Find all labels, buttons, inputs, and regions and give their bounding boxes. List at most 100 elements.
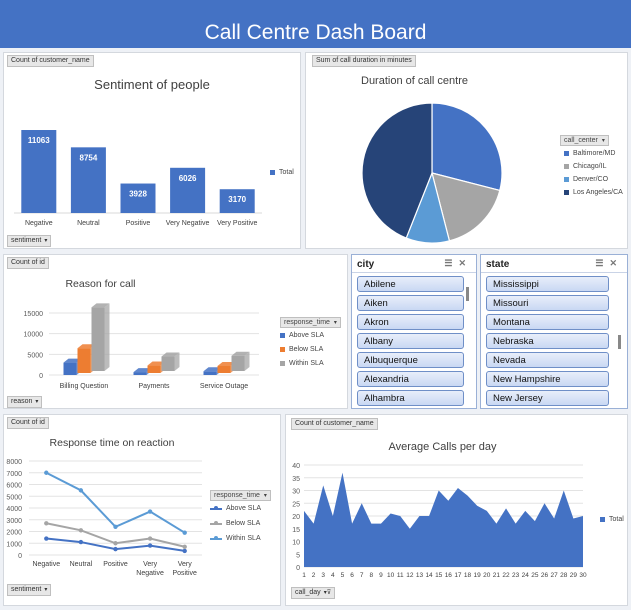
x-tick-label: 8: [370, 572, 374, 579]
slicer-item[interactable]: Alexandria: [357, 371, 464, 387]
response-legend-field-button[interactable]: response_time ▾: [210, 490, 271, 501]
y-tick-label: 6000: [6, 483, 22, 490]
data-point: [182, 544, 187, 549]
x-tick-label: Payments: [138, 383, 170, 390]
data-label: 8754: [80, 153, 98, 162]
x-tick-label: 3: [321, 572, 325, 579]
reason-legend-field-button[interactable]: response_time ▾: [280, 317, 341, 328]
response-axis-field-label: sentiment: [11, 586, 42, 593]
slicer-item[interactable]: Akron: [357, 314, 464, 330]
x-tick-label: 18: [464, 572, 472, 579]
legend-item: Within SLA: [280, 360, 341, 367]
y-tick-label: 10000: [24, 332, 44, 339]
legend-item: Denver/CO: [564, 176, 623, 183]
x-tick-label: 1: [302, 572, 306, 579]
data-point: [113, 546, 118, 552]
x-tick-label: 13: [416, 572, 424, 579]
data-point: [78, 528, 84, 533]
slicer-item[interactable]: Montana: [486, 314, 609, 330]
legend-item: Los Angeles/CA: [564, 189, 623, 196]
x-tick-label: Negative: [25, 220, 53, 227]
data-label: 6026: [179, 174, 197, 183]
x-tick-label: 21: [493, 572, 501, 579]
x-tick-label: Positive: [126, 220, 151, 227]
slicer-item[interactable]: New Jersey: [486, 390, 609, 406]
calls-area-chart: 05101520253035401 2 3 4 5 6 7 8 9 10 11 12 13 14 15 16 1…: [292, 463, 587, 579]
x-tick-label: 27: [551, 572, 559, 579]
slicer-item[interactable]: Nevada: [486, 352, 609, 368]
slicer-item[interactable]: Abilene: [357, 276, 464, 292]
duration-legend-field-button[interactable]: call_center ▾: [560, 135, 609, 146]
multi-select-icon[interactable]: ☰: [595, 258, 609, 268]
slicer-item[interactable]: Nebraska: [486, 333, 609, 349]
bar-within-sla: [91, 307, 105, 371]
calls-axis-field-button[interactable]: call_day ▾⊽: [291, 587, 336, 599]
legend-swatch: [564, 190, 569, 195]
sentiment-axis-field-label: sentiment: [11, 237, 42, 244]
y-tick-label: 15000: [24, 311, 44, 318]
sentiment-bar-chart: 11063 Negative 8754 Neutral 3928 Positive 6026…: [14, 130, 262, 227]
x-tick-label: Very: [178, 561, 193, 568]
city-slicer[interactable]: city ☰✕ Abilene Aiken Akron Albany Albuquerq…: [351, 254, 477, 409]
slicer-item[interactable]: New Hampshire: [486, 371, 609, 387]
x-tick-label: 20: [483, 572, 491, 579]
reason-axis-field-button[interactable]: reason ▾: [7, 396, 43, 408]
legend-item: Below SLA: [210, 520, 271, 527]
sentiment-chart-panel[interactable]: Count of customer_name Sentiment of peop…: [3, 52, 301, 249]
slicer-item[interactable]: Albuquerque: [357, 352, 464, 368]
legend-label: Below SLA: [226, 520, 261, 527]
legend-item: Baltimore/MD: [564, 150, 623, 157]
x-tick-label: Neutral: [70, 561, 93, 568]
legend-label: Denver/CO: [573, 176, 609, 183]
slicer-item[interactable]: Alhambra: [357, 390, 464, 406]
multi-select-icon[interactable]: ☰: [444, 258, 458, 268]
bar-within-sla: [231, 355, 245, 371]
sentiment-legend-label: Total: [279, 169, 294, 176]
state-slicer[interactable]: state ☰✕ Mississippi Missouri Montana Nebra…: [480, 254, 628, 409]
calls-legend-label: Total: [609, 516, 624, 523]
area-series-total: [304, 472, 583, 567]
response-legend-header: response_time: [214, 492, 260, 499]
response-chart-panel[interactable]: Count of id Response time on reaction 01…: [3, 414, 281, 606]
x-tick-label: Positive: [172, 570, 197, 577]
calls-legend: Total: [600, 516, 624, 529]
bar-within-sla: [161, 356, 175, 371]
legend-label: Baltimore/MD: [573, 150, 616, 157]
x-tick-label: 4: [331, 572, 335, 579]
sentiment-axis-field-button[interactable]: sentiment ▾: [7, 235, 52, 247]
y-tick-label: 5: [296, 552, 300, 559]
city-slicer-scrollbar[interactable]: [466, 287, 469, 301]
response-axis-field-button[interactable]: sentiment ▾: [7, 584, 52, 596]
data-point: [113, 524, 118, 529]
y-tick-label: 25: [292, 501, 300, 508]
data-point: [44, 521, 49, 526]
y-tick-label: 15: [292, 527, 300, 534]
clear-filter-icon[interactable]: ✕: [458, 258, 472, 268]
y-tick-label: 5000: [27, 352, 43, 359]
duration-legend: call_center ▾ Baltimore/MD Chicago/IL Denve…: [560, 135, 623, 202]
legend-item: Within SLA: [210, 535, 271, 542]
duration-chart-panel[interactable]: Sum of call duration in minutes Duration…: [305, 52, 628, 249]
clear-filter-icon[interactable]: ✕: [609, 258, 623, 268]
state-slicer-scrollbar[interactable]: [618, 335, 621, 349]
x-tick-label: 25: [531, 572, 539, 579]
calls-chart-panel[interactable]: Count of customer_name Average Calls per…: [285, 414, 628, 606]
slicer-item[interactable]: Missouri: [486, 295, 609, 311]
reason-chart-panel[interactable]: Count of id Reason for call 0 5000 10000 15…: [3, 254, 348, 409]
response-legend: response_time ▾ Above SLA Below SLA Within …: [210, 490, 271, 550]
data-label: 3928: [129, 190, 147, 199]
slicer-item[interactable]: Aiken: [357, 295, 464, 311]
x-tick-label: Very Negative: [166, 220, 210, 227]
legend-swatch: [270, 170, 275, 175]
city-slicer-items: Abilene Aiken Akron Albany Albuquerque Alexan…: [352, 276, 464, 406]
slicer-item[interactable]: Albany: [357, 333, 464, 349]
x-tick-label: 29: [570, 572, 578, 579]
legend-swatch: [280, 361, 285, 366]
bar-below-sla: [147, 365, 161, 373]
slicer-item[interactable]: Mississippi: [486, 276, 609, 292]
data-point: [44, 536, 49, 541]
legend-label: Chicago/IL: [573, 163, 607, 170]
sentiment-legend: Total: [270, 169, 294, 182]
data-point: [182, 548, 187, 554]
legend-item: Below SLA: [280, 346, 341, 353]
